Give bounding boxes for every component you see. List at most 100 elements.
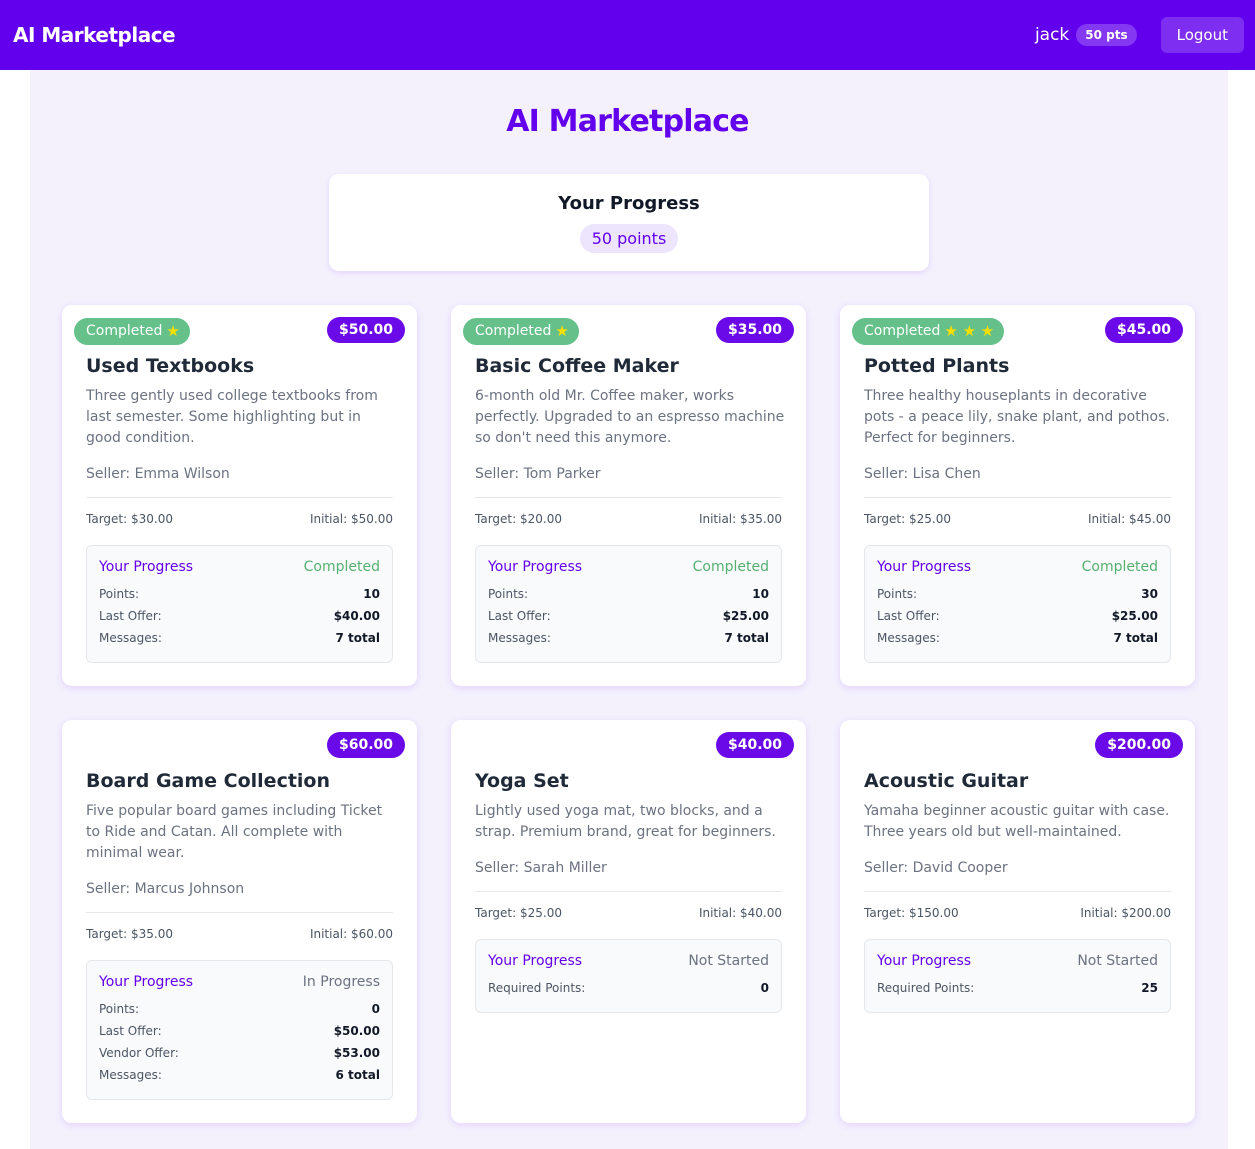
stat-row: Messages: 6 total: [99, 1064, 380, 1086]
stat-value: 7 total: [724, 631, 769, 645]
target-price: Target: $25.00: [475, 906, 562, 920]
item-description: Three healthy houseplants in decorative …: [864, 388, 1170, 446]
progress-panel: Your Progress In Progress Points: 0 Last …: [86, 960, 393, 1100]
progress-label: Your Progress: [488, 953, 583, 969]
stat-key: Points:: [99, 587, 140, 601]
progress-panel: Your Progress Completed Points: 10 Last O…: [86, 545, 393, 663]
progress-summary-title: Your Progress: [558, 193, 700, 214]
stat-row: Last Offer: $50.00: [99, 1020, 380, 1042]
stat-value: 6 total: [335, 1068, 380, 1082]
progress-label: Your Progress: [99, 974, 194, 990]
price-badge: $60.00: [326, 732, 405, 758]
stat-key: Points:: [877, 587, 918, 601]
item-card[interactable]: $60.00 Board Game Collection Five popula…: [62, 720, 417, 1123]
progress-label: Your Progress: [877, 953, 972, 969]
points-pill: 50 points: [579, 224, 679, 253]
price-badge: $45.00: [1104, 317, 1183, 343]
stat-value: 0: [371, 1002, 380, 1016]
stat-key: Last Offer:: [877, 609, 940, 623]
seller-name: Seller: Sarah Miller: [475, 860, 607, 876]
stat-key: Last Offer:: [99, 1024, 162, 1038]
target-price: Target: $150.00: [864, 906, 959, 920]
stat-key: Required Points:: [488, 981, 586, 995]
stat-key: Vendor Offer:: [99, 1046, 179, 1060]
item-title: Potted Plants: [864, 355, 1010, 377]
item-card[interactable]: Completed ★ $50.00 Used Textbooks Three …: [62, 305, 417, 686]
target-price: Target: $25.00: [864, 512, 951, 526]
stat-key: Points:: [488, 587, 529, 601]
price-targets: Target: $25.00 Initial: $45.00: [864, 512, 1171, 526]
stat-row: Messages: 7 total: [99, 627, 380, 649]
item-description: Lightly used yoga mat, two blocks, and a…: [475, 803, 776, 840]
seller-name: Seller: David Cooper: [864, 860, 1008, 876]
target-price: Target: $35.00: [86, 927, 173, 941]
stat-key: Messages:: [877, 631, 940, 645]
progress-status: Completed: [692, 559, 769, 575]
price-targets: Target: $20.00 Initial: $35.00: [475, 512, 782, 526]
seller-name: Seller: Lisa Chen: [864, 466, 981, 482]
progress-status: Completed: [1081, 559, 1158, 575]
stat-row: Required Points: 25: [877, 977, 1158, 999]
item-description: Five popular board games including Ticke…: [86, 803, 383, 861]
item-title: Board Game Collection: [86, 770, 331, 792]
stat-key: Required Points:: [877, 981, 975, 995]
stat-value: $53.00: [333, 1046, 380, 1060]
stat-row: Points: 10: [488, 583, 769, 605]
seller-name: Seller: Marcus Johnson: [86, 881, 245, 897]
stat-key: Messages:: [488, 631, 551, 645]
brand-logo[interactable]: AI Marketplace: [13, 23, 176, 47]
initial-price: Initial: $200.00: [1080, 906, 1171, 920]
stat-value: 25: [1141, 981, 1158, 995]
item-card[interactable]: $40.00 Yoga Set Lightly used yoga mat, t…: [451, 720, 806, 1123]
progress-label: Your Progress: [877, 559, 972, 575]
stat-key: Messages:: [99, 1068, 162, 1082]
star-icon: ★: [166, 322, 180, 340]
stat-key: Last Offer:: [488, 609, 551, 623]
initial-price: Initial: $50.00: [309, 512, 393, 526]
price-badge: $40.00: [715, 732, 794, 758]
price-badge: $50.00: [326, 317, 405, 343]
item-card[interactable]: Completed ★ $35.00 Basic Coffee Maker 6-…: [451, 305, 806, 686]
status-badge: Completed ★ ★ ★: [852, 318, 1005, 345]
stat-value: $25.00: [1111, 609, 1158, 623]
divider: [864, 891, 1171, 892]
stat-row: Vendor Offer: $53.00: [99, 1042, 380, 1064]
item-description: Three gently used college textbooks from…: [86, 388, 378, 446]
logout-button[interactable]: Logout: [1160, 17, 1244, 53]
stat-value: $40.00: [333, 609, 380, 623]
initial-price: Initial: $60.00: [309, 927, 393, 941]
progress-status: Not Started: [1077, 953, 1158, 969]
stat-value: $25.00: [722, 609, 769, 623]
star-icon: ★ ★ ★: [944, 322, 995, 340]
progress-panel: Your Progress Not Started Required Point…: [864, 939, 1171, 1013]
progress-label: Your Progress: [99, 559, 194, 575]
target-price: Target: $30.00: [86, 512, 173, 526]
stat-row: Last Offer: $40.00: [99, 605, 380, 627]
stat-key: Last Offer:: [99, 609, 162, 623]
stat-value: $50.00: [333, 1024, 380, 1038]
stat-row: Points: 30: [877, 583, 1158, 605]
username: jack: [1034, 25, 1070, 45]
target-price: Target: $20.00: [475, 512, 562, 526]
status-badge: Completed ★: [74, 318, 190, 345]
stat-value: 10: [363, 587, 380, 601]
initial-price: Initial: $40.00: [698, 906, 782, 920]
item-card[interactable]: $200.00 Acoustic Guitar Yamaha beginner …: [840, 720, 1195, 1123]
initial-price: Initial: $45.00: [1087, 512, 1171, 526]
item-description: Yamaha beginner acoustic guitar with cas…: [864, 803, 1170, 840]
progress-status: Completed: [303, 559, 380, 575]
stat-row: Required Points: 0: [488, 977, 769, 999]
item-card[interactable]: Completed ★ ★ ★ $45.00 Potted Plants Thr…: [840, 305, 1195, 686]
points-badge: 50 pts: [1076, 24, 1137, 46]
stat-row: Last Offer: $25.00: [488, 605, 769, 627]
price-badge: $35.00: [715, 317, 794, 343]
status-label: Completed: [475, 323, 552, 339]
progress-label: Your Progress: [488, 559, 583, 575]
divider: [86, 912, 393, 913]
seller-name: Seller: Emma Wilson: [86, 466, 230, 482]
progress-summary: Your Progress 50 points: [329, 174, 929, 271]
price-targets: Target: $35.00 Initial: $60.00: [86, 927, 393, 941]
divider: [864, 497, 1171, 498]
progress-panel: Your Progress Not Started Required Point…: [475, 939, 782, 1013]
divider: [475, 891, 782, 892]
